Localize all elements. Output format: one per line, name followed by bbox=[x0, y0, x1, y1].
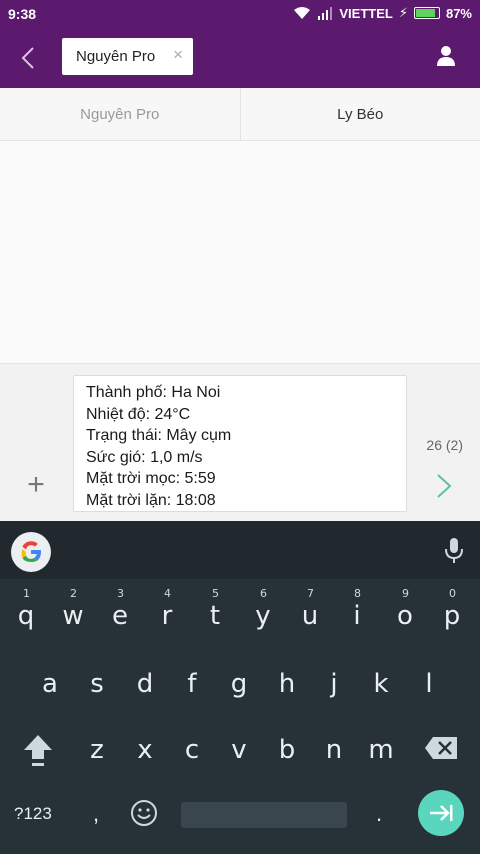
message-line: Nhiệt độ: 24°C bbox=[86, 405, 191, 423]
compose-bar: + Thành phố: Ha Noi Nhiệt độ: 24°C Trạng… bbox=[0, 363, 480, 521]
key-m[interactable]: m bbox=[366, 735, 396, 765]
message-thread bbox=[0, 141, 480, 363]
key-y[interactable]: 6y bbox=[251, 587, 275, 631]
microphone-icon bbox=[445, 538, 463, 563]
status-icons: VIETTEL ⚡ 87% bbox=[293, 5, 472, 21]
key-i[interactable]: 8i bbox=[345, 587, 369, 631]
key-hint: 2 bbox=[70, 587, 77, 600]
key-n[interactable]: n bbox=[322, 735, 346, 765]
carrier-name: VIETTEL bbox=[339, 5, 393, 21]
key-q[interactable]: 1q bbox=[14, 587, 38, 631]
key-hint: 4 bbox=[164, 587, 171, 600]
signal-icon bbox=[318, 6, 333, 20]
backspace-icon bbox=[425, 737, 457, 759]
message-line: Sức gió: 1,0 m/s bbox=[86, 448, 203, 466]
key-label: r bbox=[161, 601, 173, 631]
key-t[interactable]: 5t bbox=[203, 587, 227, 631]
key-h[interactable]: h bbox=[275, 669, 299, 699]
enter-arrow-icon bbox=[430, 805, 453, 821]
enter-key[interactable] bbox=[418, 790, 464, 836]
key-s[interactable]: s bbox=[85, 669, 109, 699]
key-r[interactable]: 4r bbox=[155, 587, 179, 631]
emoji-key[interactable] bbox=[130, 799, 158, 827]
back-button[interactable] bbox=[14, 44, 42, 72]
recipient-chip[interactable]: Nguyên Pro × bbox=[62, 38, 193, 75]
key-b[interactable]: b bbox=[275, 735, 299, 765]
character-count: 26 (2) bbox=[426, 437, 463, 453]
key-a[interactable]: a bbox=[38, 669, 62, 699]
backspace-key[interactable] bbox=[424, 736, 458, 760]
message-line: Trạng thái: Mây cụm bbox=[86, 427, 232, 444]
key-hint: 8 bbox=[354, 587, 361, 600]
chevron-left-icon bbox=[21, 47, 34, 69]
space-key[interactable] bbox=[181, 802, 347, 828]
key-l[interactable]: l bbox=[417, 669, 441, 699]
key-x[interactable]: x bbox=[133, 735, 157, 765]
send-chevron-icon bbox=[437, 474, 452, 498]
message-input[interactable]: Thành phố: Ha Noi Nhiệt độ: 24°C Trạng t… bbox=[73, 375, 407, 512]
key-hint: 9 bbox=[402, 587, 409, 600]
key-hint: 1 bbox=[23, 587, 30, 600]
microphone-button[interactable] bbox=[444, 537, 464, 565]
symbols-key[interactable]: ?123 bbox=[14, 804, 52, 824]
key-j[interactable]: j bbox=[322, 669, 346, 699]
key-hint: 3 bbox=[117, 587, 124, 600]
shift-key[interactable] bbox=[22, 733, 54, 769]
key-k[interactable]: k bbox=[369, 669, 393, 699]
status-bar: 9:38 VIETTEL ⚡ 87% bbox=[0, 0, 480, 28]
status-time: 9:38 bbox=[8, 6, 37, 22]
sim-tab-2[interactable]: Ly Béo bbox=[241, 88, 480, 140]
key-label: q bbox=[17, 601, 35, 631]
recipient-name: Nguyên Pro bbox=[76, 48, 156, 65]
message-line: Mặt trời lặn: 18:08 bbox=[86, 491, 216, 509]
person-icon bbox=[437, 46, 455, 66]
keyboard: 1q 2w 3e 4r 5t 6y 7u 8i 9o 0p a s d f g … bbox=[0, 521, 480, 854]
comma-key[interactable]: , bbox=[93, 801, 99, 827]
key-hint: 7 bbox=[307, 587, 314, 600]
key-w[interactable]: 2w bbox=[61, 587, 85, 631]
key-label: p bbox=[443, 601, 461, 631]
sim-tabs: Nguyên Pro Ly Béo bbox=[0, 88, 480, 141]
key-v[interactable]: v bbox=[227, 735, 251, 765]
key-label: u bbox=[301, 601, 319, 631]
key-hint: 5 bbox=[212, 587, 219, 600]
key-hint: 6 bbox=[260, 587, 267, 600]
period-key[interactable]: . bbox=[376, 801, 382, 827]
send-button[interactable] bbox=[432, 472, 456, 500]
key-f[interactable]: f bbox=[180, 669, 204, 699]
keyboard-toolbar bbox=[0, 521, 480, 579]
key-label: w bbox=[62, 601, 84, 631]
battery-percent: 87% bbox=[445, 5, 472, 21]
key-o[interactable]: 9o bbox=[393, 587, 417, 631]
attach-button[interactable]: + bbox=[22, 468, 50, 501]
add-contact-button[interactable] bbox=[434, 44, 458, 68]
key-hint: 0 bbox=[449, 587, 456, 600]
key-c[interactable]: c bbox=[180, 735, 204, 765]
key-z[interactable]: z bbox=[85, 735, 109, 765]
key-label: e bbox=[112, 601, 128, 631]
battery-icon bbox=[413, 7, 440, 19]
emoji-icon bbox=[131, 800, 157, 826]
message-line: Thành phố: Ha Noi bbox=[86, 384, 221, 401]
key-label: i bbox=[353, 601, 361, 631]
google-logo-icon[interactable] bbox=[11, 532, 51, 572]
message-line: Mặt trời mọc: 5:59 bbox=[86, 470, 216, 487]
key-p[interactable]: 0p bbox=[440, 587, 464, 631]
shift-icon bbox=[24, 735, 52, 766]
key-d[interactable]: d bbox=[133, 669, 157, 699]
key-g[interactable]: g bbox=[227, 669, 251, 699]
app-header: Nguyên Pro × bbox=[0, 28, 480, 88]
wifi-icon bbox=[294, 7, 311, 19]
key-e[interactable]: 3e bbox=[108, 587, 132, 631]
charging-icon: ⚡ bbox=[398, 5, 408, 20]
key-label: o bbox=[397, 601, 413, 631]
sim-tab-1[interactable]: Nguyên Pro bbox=[0, 88, 241, 140]
battery-level bbox=[415, 9, 435, 17]
key-u[interactable]: 7u bbox=[298, 587, 322, 631]
remove-recipient-icon[interactable]: × bbox=[173, 45, 183, 65]
key-label: t bbox=[209, 601, 221, 631]
key-label: y bbox=[255, 601, 271, 631]
